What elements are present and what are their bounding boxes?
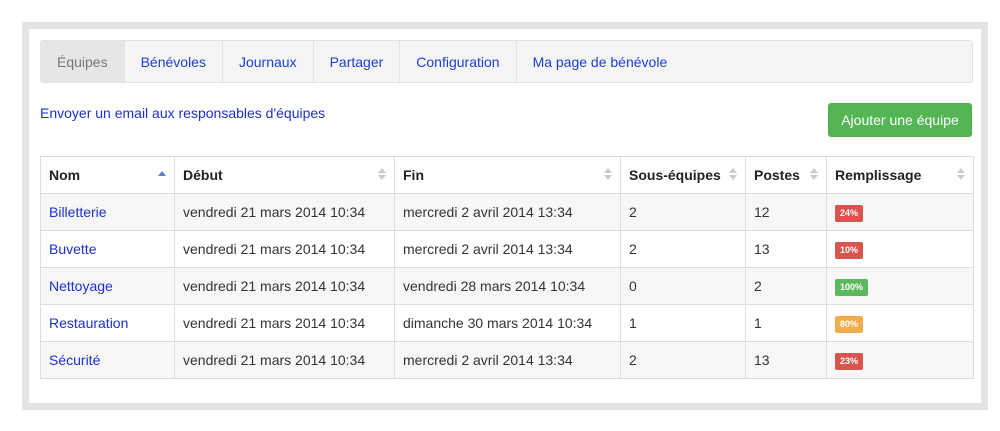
team-link[interactable]: Nettoyage <box>49 278 113 294</box>
cell-postes: 13 <box>745 341 827 379</box>
tab-benevoles[interactable]: Bénévoles <box>125 41 223 82</box>
column-header-label: Sous-équipes <box>629 167 721 183</box>
column-header-remplissage[interactable]: Remplissage <box>826 156 974 194</box>
table-row: Buvette vendredi 21 mars 2014 10:34 merc… <box>40 230 974 268</box>
cell-postes: 1 <box>745 304 827 342</box>
column-header-label: Postes <box>754 167 800 183</box>
column-header-sous-equipes[interactable]: Sous-équipes <box>620 156 746 194</box>
cell-sous-equipes: 2 <box>620 230 746 268</box>
sort-both-icon <box>729 168 737 182</box>
fill-rate-badge: 23% <box>835 352 864 370</box>
team-link[interactable]: Billetterie <box>49 204 107 220</box>
cell-fin: dimanche 30 mars 2014 10:34 <box>394 304 621 342</box>
column-header-fin[interactable]: Fin <box>394 156 621 194</box>
email-team-leaders-link[interactable]: Envoyer un email aux responsables d'équi… <box>40 105 325 121</box>
sort-both-icon <box>957 168 965 182</box>
cell-sous-equipes: 1 <box>620 304 746 342</box>
cell-debut: vendredi 21 mars 2014 10:34 <box>174 193 395 231</box>
team-link[interactable]: Sécurité <box>49 352 100 368</box>
cell-nom: Sécurité <box>40 341 175 379</box>
team-link[interactable]: Restauration <box>49 315 128 331</box>
fill-rate-badge: 100% <box>835 278 869 296</box>
teams-table: Nom Début Fin Sous-équipes Postes Rempli… <box>40 156 974 379</box>
cell-sous-equipes: 2 <box>620 341 746 379</box>
column-header-label: Fin <box>403 167 424 183</box>
cell-debut: vendredi 21 mars 2014 10:34 <box>174 230 395 268</box>
cell-nom: Restauration <box>40 304 175 342</box>
table-row: Nettoyage vendredi 21 mars 2014 10:34 ve… <box>40 267 974 305</box>
table-row: Sécurité vendredi 21 mars 2014 10:34 mer… <box>40 341 974 379</box>
cell-debut: vendredi 21 mars 2014 10:34 <box>174 267 395 305</box>
table-row: Billetterie vendredi 21 mars 2014 10:34 … <box>40 193 974 231</box>
cell-nom: Buvette <box>40 230 175 268</box>
cell-debut: vendredi 21 mars 2014 10:34 <box>174 341 395 379</box>
tab-journaux[interactable]: Journaux <box>223 41 314 82</box>
team-link[interactable]: Buvette <box>49 241 96 257</box>
sort-both-icon <box>810 168 818 182</box>
cell-remplissage: 24% <box>826 193 974 231</box>
fill-rate-badge: 10% <box>835 241 864 259</box>
cell-remplissage: 10% <box>826 230 974 268</box>
column-header-debut[interactable]: Début <box>174 156 395 194</box>
content-frame: Équipes Bénévoles Journaux Partager Conf… <box>22 22 988 410</box>
cell-remplissage: 100% <box>826 267 974 305</box>
tab-configuration[interactable]: Configuration <box>400 41 517 82</box>
tab-equipes[interactable]: Équipes <box>41 41 125 82</box>
nav-tabs: Équipes Bénévoles Journaux Partager Conf… <box>40 40 973 83</box>
cell-fin: mercredi 2 avril 2014 13:34 <box>394 341 621 379</box>
sort-both-icon <box>378 168 386 182</box>
cell-nom: Billetterie <box>40 193 175 231</box>
cell-sous-equipes: 0 <box>620 267 746 305</box>
cell-sous-equipes: 2 <box>620 193 746 231</box>
sort-ascending-icon <box>158 168 166 182</box>
table-header-row: Nom Début Fin Sous-équipes Postes Rempli… <box>40 156 974 194</box>
column-header-nom[interactable]: Nom <box>40 156 175 194</box>
fill-rate-badge: 24% <box>835 204 864 222</box>
cell-debut: vendredi 21 mars 2014 10:34 <box>174 304 395 342</box>
fill-rate-badge: 80% <box>835 315 864 333</box>
sort-both-icon <box>604 168 612 182</box>
add-team-button[interactable]: Ajouter une équipe <box>828 103 972 137</box>
column-header-postes[interactable]: Postes <box>745 156 827 194</box>
column-header-label: Début <box>183 167 223 183</box>
cell-postes: 2 <box>745 267 827 305</box>
cell-fin: mercredi 2 avril 2014 13:34 <box>394 193 621 231</box>
column-header-label: Nom <box>49 167 81 183</box>
cell-fin: vendredi 28 mars 2014 10:34 <box>394 267 621 305</box>
cell-remplissage: 80% <box>826 304 974 342</box>
tab-partager[interactable]: Partager <box>314 41 401 82</box>
cell-fin: mercredi 2 avril 2014 13:34 <box>394 230 621 268</box>
tab-ma-page[interactable]: Ma page de bénévole <box>517 41 684 82</box>
cell-remplissage: 23% <box>826 341 974 379</box>
table-row: Restauration vendredi 21 mars 2014 10:34… <box>40 304 974 342</box>
cell-nom: Nettoyage <box>40 267 175 305</box>
cell-postes: 12 <box>745 193 827 231</box>
cell-postes: 13 <box>745 230 827 268</box>
column-header-label: Remplissage <box>835 167 922 183</box>
